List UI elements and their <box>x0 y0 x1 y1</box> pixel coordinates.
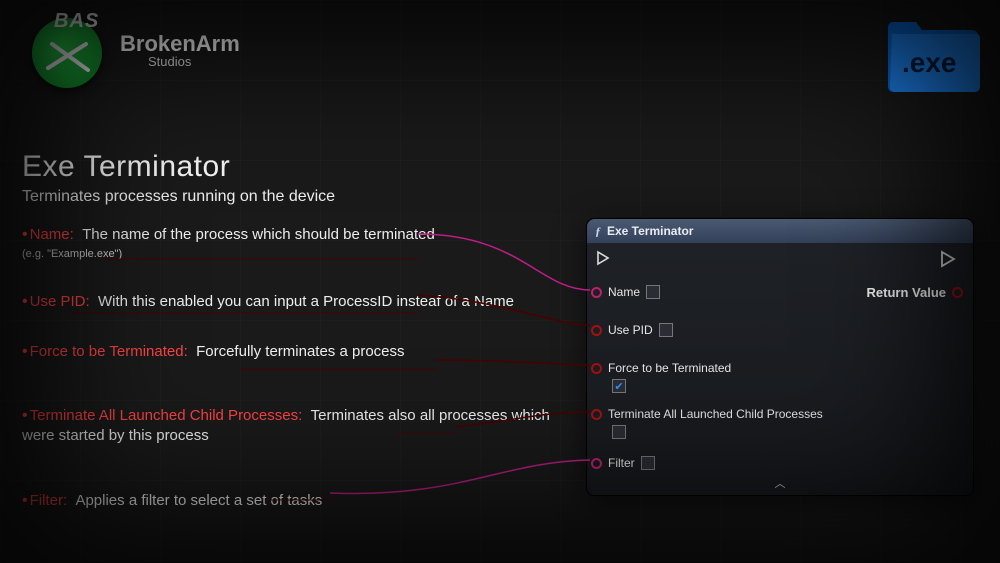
pin-name-label: Name <box>608 285 640 299</box>
pin-dot-icon[interactable] <box>591 287 602 298</box>
pin-filter-label: Filter <box>608 456 635 470</box>
pin-dot-icon[interactable] <box>591 458 602 469</box>
exe-folder-icon: .exe <box>882 10 982 100</box>
swords-icon <box>42 38 96 78</box>
pin-dot-icon[interactable] <box>591 409 602 420</box>
pin-force[interactable]: Force to be Terminated <box>591 361 731 375</box>
pin-filter-field[interactable] <box>641 456 655 470</box>
function-icon: ƒ <box>595 224 601 239</box>
blueprint-node[interactable]: ƒ Exe Terminator Name Use PID Force to b… <box>586 218 974 496</box>
pin-filter[interactable]: Filter <box>591 456 655 470</box>
studio-sub: Studios <box>148 55 240 69</box>
bas-badge-text: BAS <box>54 10 99 33</box>
pin-name-field[interactable] <box>646 285 660 299</box>
bas-badge: BAS <box>30 10 110 90</box>
desc-terminate-children: •Terminate All Launched Child Processes:… <box>22 405 582 447</box>
pin-terminate-children-label: Terminate All Launched Child Processes <box>608 407 823 421</box>
param-descriptions: •Name: The name of the process which sho… <box>22 224 582 512</box>
node-title: Exe Terminator <box>607 224 693 238</box>
pin-dot-icon[interactable] <box>952 287 963 298</box>
studio-name: BrokenArm <box>120 32 240 55</box>
desc-filter: •Filter: Applies a filter to select a se… <box>22 490 582 512</box>
page-title: Exe Terminator <box>22 150 335 184</box>
brand-logo: BAS BrokenArm Studios <box>30 10 240 90</box>
pin-terminate-children-checkbox[interactable] <box>612 425 626 439</box>
pin-usepid-checkbox[interactable] <box>659 323 673 337</box>
desc-name: •Name: The name of the process which sho… <box>22 224 582 261</box>
exec-in-pin[interactable] <box>595 249 613 272</box>
pin-usepid[interactable]: Use PID <box>591 323 673 337</box>
pin-return-label: Return Value <box>867 285 946 300</box>
pin-name[interactable]: Name <box>591 285 660 299</box>
pin-force-checkbox[interactable] <box>612 379 626 393</box>
exe-label: .exe <box>902 47 957 78</box>
exec-out-pin[interactable] <box>939 249 959 274</box>
desc-force: •Force to be Terminated: Forcefully term… <box>22 341 582 363</box>
chevron-up-icon[interactable]: ︿ <box>775 475 786 491</box>
pin-usepid-label: Use PID <box>608 323 653 337</box>
pin-terminate-children[interactable]: Terminate All Launched Child Processes <box>591 407 891 421</box>
desc-usepid: •Use PID: With this enabled you can inpu… <box>22 291 582 313</box>
page-subtitle: Terminates processes running on the devi… <box>22 188 335 206</box>
pin-dot-icon[interactable] <box>591 325 602 336</box>
pin-return[interactable]: Return Value <box>867 285 963 300</box>
pin-dot-icon[interactable] <box>591 363 602 374</box>
node-header[interactable]: ƒ Exe Terminator <box>587 219 973 243</box>
pin-force-label: Force to be Terminated <box>608 361 731 375</box>
